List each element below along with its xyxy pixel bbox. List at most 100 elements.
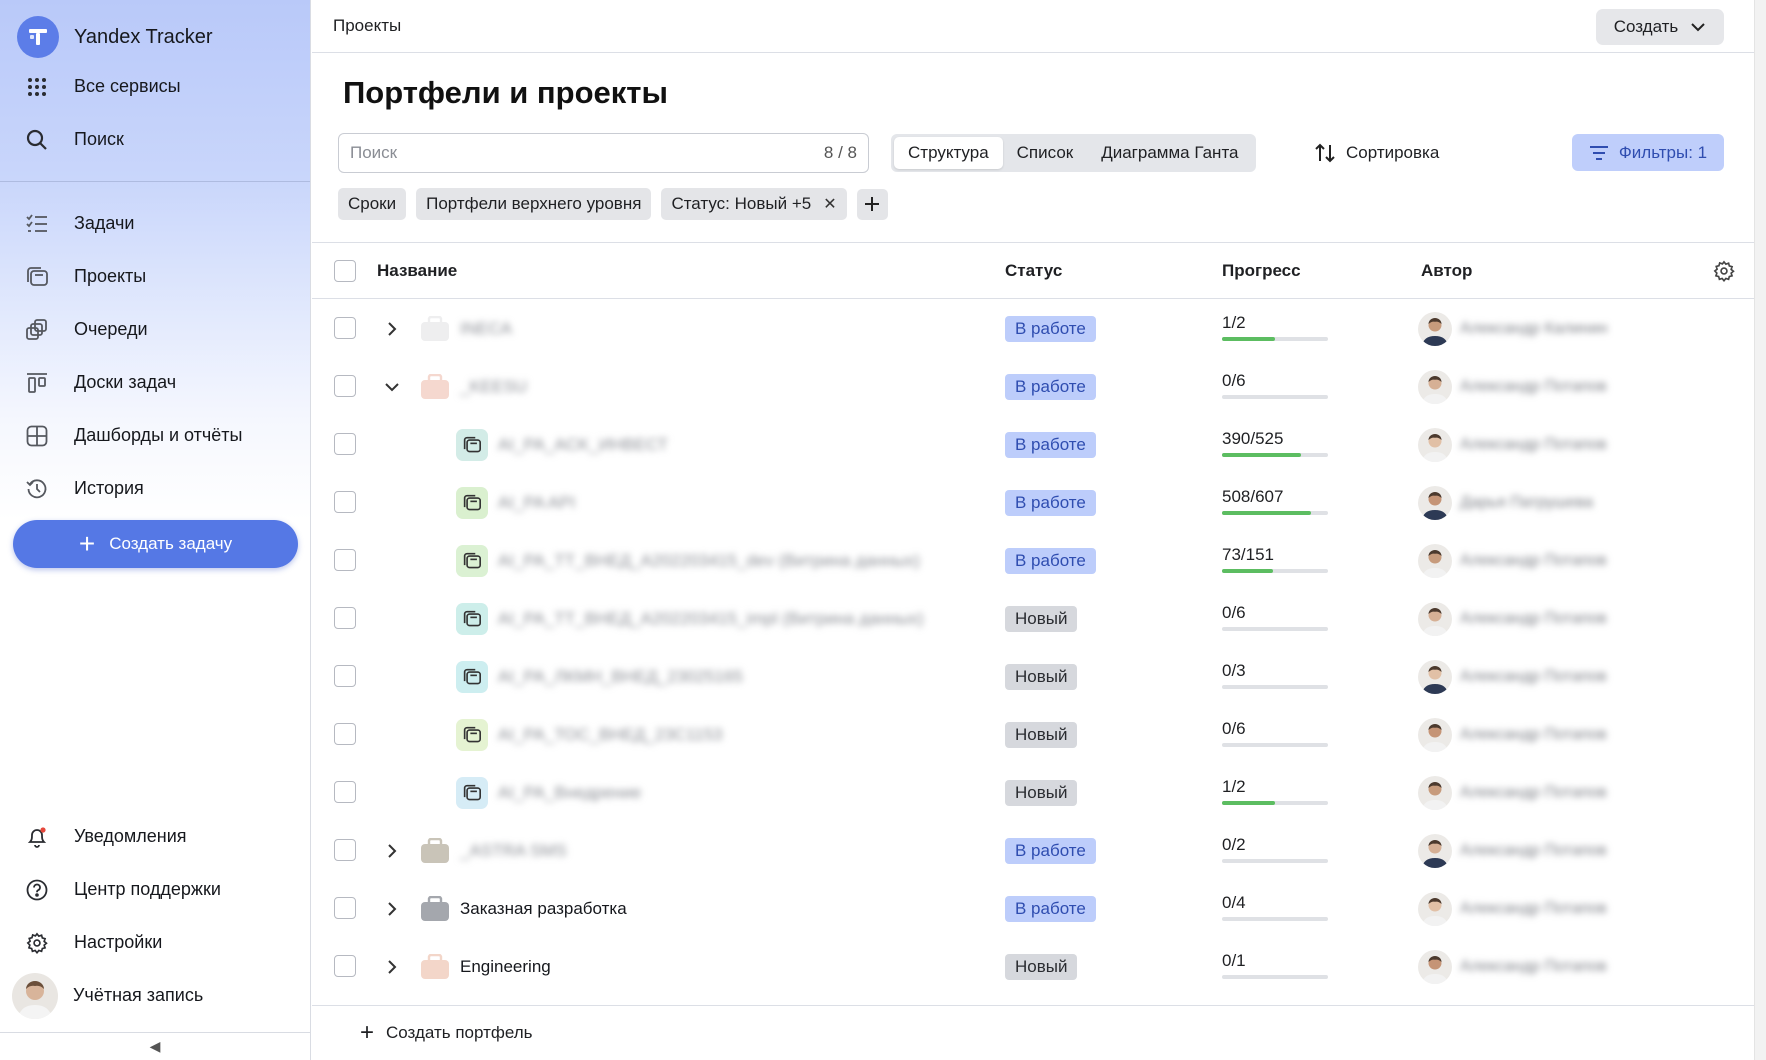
create-portfolio-button[interactable]: + Создать портфель: [312, 1005, 1754, 1060]
author-name[interactable]: Александр Потапов: [1460, 436, 1607, 454]
table-row[interactable]: AI_PA_ACK_ИНВЕСТ В работе 390/525 Александр…: [312, 416, 1754, 474]
author-name[interactable]: Александр Потапов: [1460, 842, 1607, 860]
table-row[interactable]: AI_PA_ТТ_ВНЕД_А202203415_impl (Витрина д…: [312, 590, 1754, 648]
sort-button[interactable]: Сортировка: [1314, 134, 1439, 172]
avatar[interactable]: [1418, 428, 1452, 462]
table-row[interactable]: AI_PA_Внедрение Новый 1/2 Александр Потапов: [312, 764, 1754, 822]
author-name[interactable]: Александр Потапов: [1460, 378, 1607, 396]
row-name[interactable]: INECA: [460, 319, 512, 339]
avatar[interactable]: [1418, 950, 1452, 984]
row-checkbox[interactable]: [334, 375, 356, 397]
row-checkbox[interactable]: [334, 781, 356, 803]
search-field[interactable]: 8 / 8: [338, 133, 869, 173]
search-input[interactable]: [350, 143, 824, 163]
avatar[interactable]: [1418, 834, 1452, 868]
author-name[interactable]: Александр Потапов: [1460, 552, 1607, 570]
filters-button[interactable]: Фильтры: 1: [1572, 134, 1724, 171]
table-row[interactable]: AI_PA_ЛКМН_ВНЕД_23025165 Новый 0/3 Александ…: [312, 648, 1754, 706]
chevron-down-icon[interactable]: [382, 377, 402, 397]
column-progress[interactable]: Прогресс: [1222, 261, 1301, 281]
status-badge[interactable]: В работе: [1005, 316, 1096, 342]
breadcrumb[interactable]: Проекты: [333, 16, 401, 36]
add-filter-button[interactable]: [856, 188, 888, 220]
table-row[interactable]: _ASTRA SMS В работе 0/2 Александр Потапов: [312, 822, 1754, 880]
column-author[interactable]: Автор: [1421, 261, 1472, 281]
sidebar-item-boards[interactable]: Доски задач: [0, 356, 310, 409]
author-name[interactable]: Александр Потапов: [1460, 610, 1607, 628]
avatar[interactable]: [1418, 660, 1452, 694]
chip-top-portfolios[interactable]: Портфели верхнего уровня: [416, 188, 652, 220]
author-name[interactable]: Александр Потапов: [1460, 726, 1607, 744]
row-name[interactable]: AI_PA_ТОС_ВНЕД_23С1153: [498, 725, 723, 745]
chevron-right-icon[interactable]: [382, 957, 402, 977]
row-checkbox[interactable]: [334, 433, 356, 455]
app-header[interactable]: Yandex Tracker: [0, 14, 310, 60]
column-name[interactable]: Название: [377, 261, 457, 281]
avatar[interactable]: [1418, 486, 1452, 520]
avatar[interactable]: [1418, 776, 1452, 810]
sidebar-item-account[interactable]: Учётная запись: [0, 969, 310, 1022]
status-badge[interactable]: В работе: [1005, 896, 1096, 922]
sidebar-item-notifications[interactable]: Уведомления: [0, 810, 310, 863]
row-checkbox[interactable]: [334, 491, 356, 513]
avatar[interactable]: [1418, 718, 1452, 752]
author-name[interactable]: Дарья Патрушева: [1460, 494, 1593, 512]
row-checkbox[interactable]: [334, 955, 356, 977]
sidebar-item-projects[interactable]: Проекты: [0, 250, 310, 303]
chevron-right-icon[interactable]: [382, 841, 402, 861]
status-badge[interactable]: В работе: [1005, 548, 1096, 574]
row-name[interactable]: _KEESU: [460, 377, 527, 397]
status-badge[interactable]: Новый: [1005, 954, 1078, 980]
chip-status[interactable]: Статус: Новый +5 ✕: [661, 188, 847, 220]
row-name[interactable]: AI_PA_ТТ_ВНЕД_А202203415_dev (Витрина да…: [498, 551, 920, 571]
table-row[interactable]: Engineering Новый 0/1 Александр Потапов: [312, 938, 1754, 996]
table-row[interactable]: INECA В работе 1/2 Александр Калинин: [312, 300, 1754, 358]
status-badge[interactable]: В работе: [1005, 374, 1096, 400]
status-badge[interactable]: В работе: [1005, 432, 1096, 458]
author-name[interactable]: Александр Потапов: [1460, 784, 1607, 802]
table-row[interactable]: AI_PA API В работе 508/607 Дарья Патрушева: [312, 474, 1754, 532]
row-checkbox[interactable]: [334, 607, 356, 629]
chevron-right-icon[interactable]: [382, 899, 402, 919]
avatar[interactable]: [1418, 892, 1452, 926]
sidebar-item-all-services[interactable]: Все сервисы: [0, 60, 310, 113]
status-badge[interactable]: В работе: [1005, 838, 1096, 864]
row-checkbox[interactable]: [334, 665, 356, 687]
sidebar-item-settings[interactable]: Настройки: [0, 916, 310, 969]
chevron-right-icon[interactable]: [382, 319, 402, 339]
sidebar-item-dashboards[interactable]: Дашборды и отчёты: [0, 409, 310, 462]
table-row[interactable]: _KEESU В работе 0/6 Александр Потапов: [312, 358, 1754, 416]
table-row[interactable]: AI_PA_ТТ_ВНЕД_А202203415_dev (Витрина да…: [312, 532, 1754, 590]
view-structure[interactable]: Структура: [894, 137, 1003, 169]
create-task-button[interactable]: + Создать задачу: [13, 520, 298, 568]
row-name[interactable]: AI_PA_ЛКМН_ВНЕД_23025165: [498, 667, 743, 687]
status-badge[interactable]: Новый: [1005, 780, 1078, 806]
column-status[interactable]: Статус: [1005, 261, 1062, 281]
table-settings-icon[interactable]: [1713, 260, 1735, 282]
avatar[interactable]: [1418, 602, 1452, 636]
create-button[interactable]: Создать: [1596, 9, 1724, 45]
row-name[interactable]: AI_PA_ТТ_ВНЕД_А202203415_impl (Витрина д…: [498, 609, 924, 629]
sidebar-item-search[interactable]: Поиск: [0, 113, 310, 166]
avatar[interactable]: [1418, 544, 1452, 578]
author-name[interactable]: Александр Калинин: [1460, 320, 1608, 338]
row-name[interactable]: AI_PA API: [498, 493, 575, 513]
chip-deadlines[interactable]: Сроки: [338, 188, 407, 220]
author-name[interactable]: Александр Потапов: [1460, 668, 1607, 686]
status-badge[interactable]: Новый: [1005, 664, 1078, 690]
sidebar-item-support[interactable]: Центр поддержки: [0, 863, 310, 916]
avatar[interactable]: [1418, 312, 1452, 346]
row-checkbox[interactable]: [334, 317, 356, 339]
sidebar-item-queues[interactable]: Очереди: [0, 303, 310, 356]
scrollbar[interactable]: [1754, 0, 1766, 1060]
author-name[interactable]: Александр Потапов: [1460, 900, 1607, 918]
row-name[interactable]: AI_PA_Внедрение: [498, 783, 641, 803]
row-name[interactable]: Engineering: [460, 957, 551, 977]
table-row[interactable]: AI_PA_ТОС_ВНЕД_23С1153 Новый 0/6 Александр …: [312, 706, 1754, 764]
row-checkbox[interactable]: [334, 897, 356, 919]
row-checkbox[interactable]: [334, 723, 356, 745]
view-gantt[interactable]: Диаграмма Ганта: [1087, 137, 1252, 169]
author-name[interactable]: Александр Потапов: [1460, 958, 1607, 976]
row-checkbox[interactable]: [334, 549, 356, 571]
view-list[interactable]: Список: [1003, 137, 1088, 169]
